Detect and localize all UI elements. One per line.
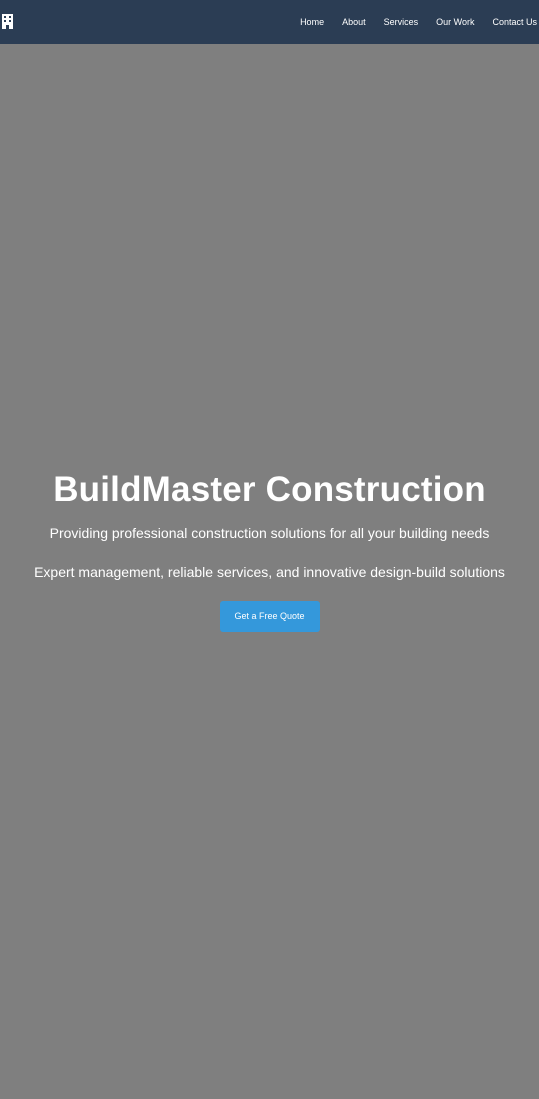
nav-link-contact-us[interactable]: Contact Us — [492, 17, 537, 27]
nav-link-home[interactable]: Home — [300, 17, 324, 27]
hero-description: Expert management, reliable services, an… — [34, 564, 505, 580]
get-free-quote-button[interactable]: Get a Free Quote — [219, 601, 320, 632]
nav-link-our-work[interactable]: Our Work — [436, 17, 474, 27]
hero-subtitle: Providing professional construction solu… — [49, 525, 490, 541]
hero-section: BuildMaster Construction Providing profe… — [0, 44, 539, 1099]
building-icon — [2, 14, 13, 29]
hero-content: BuildMaster Construction Providing profe… — [0, 469, 539, 632]
main-navigation: Home About Services Our Work Contact Us — [282, 0, 537, 44]
hero-title: BuildMaster Construction — [53, 470, 486, 509]
nav-link-services[interactable]: Services — [384, 17, 419, 27]
nav-link-about[interactable]: About — [342, 17, 366, 27]
navbar: Home About Services Our Work Contact Us — [0, 0, 539, 44]
